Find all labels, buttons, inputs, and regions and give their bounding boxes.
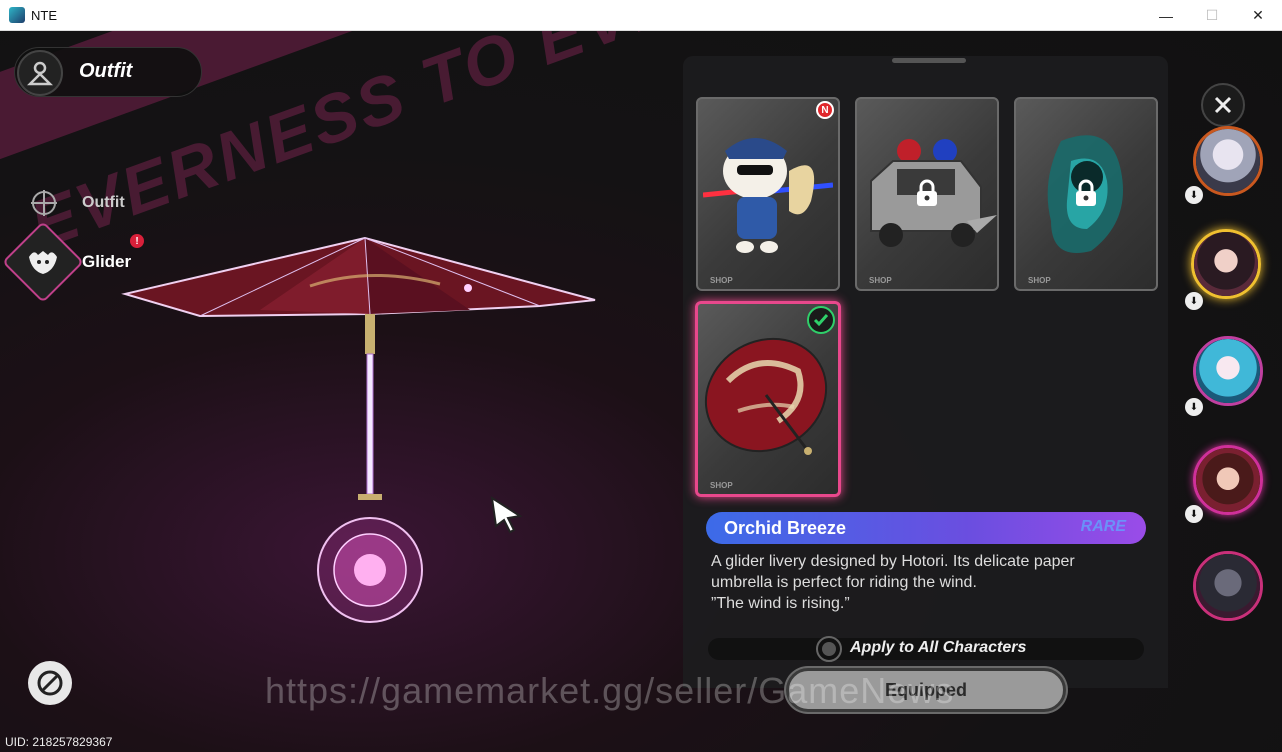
glider-icon <box>1 220 85 304</box>
glider-card-police-mascot[interactable]: N SHOP <box>696 97 840 291</box>
card-art <box>698 99 838 273</box>
download-icon[interactable]: ⬇ <box>1185 292 1203 310</box>
maximize-button[interactable]: ☐ <box>1189 0 1235 31</box>
uid-label: UID: 218257829367 <box>5 735 113 749</box>
outfit-icon <box>17 50 63 96</box>
crosshair-icon <box>28 187 60 219</box>
block-icon <box>37 670 63 696</box>
character-avatar-2[interactable] <box>1191 229 1261 299</box>
rarity-label: RARE <box>1080 518 1126 535</box>
new-badge: N <box>816 101 834 119</box>
description-line: ”The wind is rising.” <box>711 595 850 612</box>
app-icon <box>9 7 25 23</box>
cursor-icon <box>490 495 523 534</box>
glider-preview-umbrella[interactable] <box>110 226 610 626</box>
shop-label: SHOP <box>710 481 733 490</box>
character-avatar-4[interactable] <box>1193 445 1263 515</box>
sidebar-item-outfit[interactable]: Outfit <box>28 187 125 219</box>
character-avatar-3[interactable] <box>1193 336 1263 406</box>
minimize-button[interactable]: — <box>1143 0 1189 31</box>
page-header: Outfit <box>14 47 202 97</box>
download-icon[interactable]: ⬇ <box>1185 505 1203 523</box>
glider-name: Orchid Breeze <box>724 518 847 538</box>
apply-all-label: Apply to All Characters <box>850 639 1027 656</box>
watermark: https://gamemarket.gg/seller/GameNews <box>265 670 955 711</box>
sidebar-item-label: Outfit <box>82 194 125 211</box>
shop-label: SHOP <box>869 276 892 285</box>
glider-card-orchid-umbrella[interactable]: SHOP <box>695 301 841 497</box>
description-line: umbrella is perfect for riding the wind. <box>711 574 977 591</box>
window-title: NTE <box>31 8 57 23</box>
hide-ui-button[interactable] <box>28 661 72 705</box>
apply-all-row: Apply to All Characters <box>708 636 1144 662</box>
shop-label: SHOP <box>1028 276 1051 285</box>
description-line: A glider livery designed by Hotori. Its … <box>711 553 1075 570</box>
lock-icon <box>917 179 937 206</box>
character-avatar-1[interactable] <box>1193 126 1263 196</box>
close-button[interactable] <box>1201 83 1245 127</box>
page-title: Outfit <box>79 60 133 82</box>
glider-card-police-car[interactable]: SHOP <box>855 97 999 291</box>
shop-label: SHOP <box>710 276 733 285</box>
window-close-button[interactable]: ✕ <box>1235 0 1281 31</box>
download-icon[interactable]: ⬇ <box>1185 398 1203 416</box>
glider-description: A glider livery designed by Hotori. Its … <box>711 551 1151 614</box>
equipped-check-icon <box>807 306 835 334</box>
glider-name-bar: Orchid Breeze RARE <box>706 512 1146 544</box>
window-titlebar: NTE — ☐ ✕ <box>0 0 1282 31</box>
download-icon[interactable]: ⬇ <box>1185 186 1203 204</box>
close-icon <box>1214 96 1232 114</box>
character-avatar-5[interactable] <box>1193 551 1263 621</box>
lock-icon <box>1076 179 1096 206</box>
glider-card-spirit[interactable]: SHOP <box>1014 97 1158 291</box>
apply-all-toggle[interactable] <box>816 636 842 662</box>
panel-handle[interactable] <box>892 58 966 63</box>
